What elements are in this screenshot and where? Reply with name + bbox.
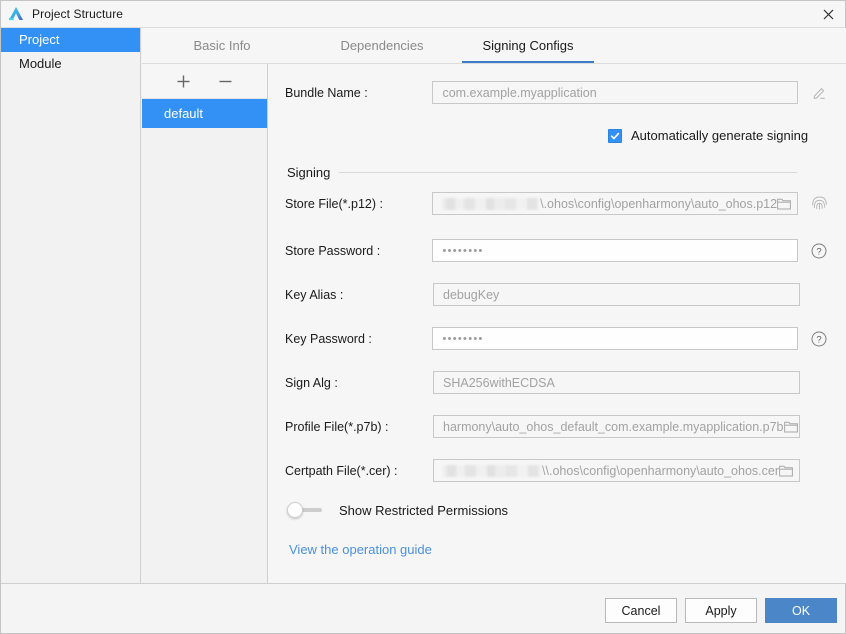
show-restricted-permissions-toggle[interactable] xyxy=(287,501,323,519)
sign-alg-row: Sign Alg : SHA256withECDSA xyxy=(285,371,830,394)
minus-icon[interactable] xyxy=(215,70,237,92)
close-icon[interactable] xyxy=(811,1,845,27)
sidebar-item-label: Project xyxy=(19,32,60,47)
auto-generate-signing-label: Automatically generate signing xyxy=(631,128,809,143)
fingerprint-icon[interactable] xyxy=(808,193,830,215)
key-alias-label: Key Alias : xyxy=(285,287,344,302)
tab-label: Signing Configs xyxy=(482,37,574,53)
show-restricted-permissions-label: Show Restricted Permissions xyxy=(339,502,509,518)
redacted-path-block xyxy=(442,197,540,210)
signing-section-header: Signing xyxy=(287,165,797,180)
key-password-value: •••••••• xyxy=(442,332,484,345)
store-file-value: \.ohos\config\openharmony\auto_ohos.p12 xyxy=(540,196,778,211)
tab-label: Dependencies xyxy=(340,37,424,53)
help-icon[interactable]: ? xyxy=(808,328,830,350)
title-bar: Project Structure xyxy=(1,1,845,28)
section-divider xyxy=(339,172,797,173)
store-password-input[interactable]: •••••••• xyxy=(432,239,799,262)
help-icon[interactable]: ? xyxy=(808,240,830,262)
toggle-knob xyxy=(287,502,303,518)
dialog-footer: Cancel Apply OK xyxy=(1,583,845,633)
project-structure-dialog: Project Structure Project Module Basic I… xyxy=(0,0,846,634)
key-password-input[interactable]: •••••••• xyxy=(432,327,799,350)
key-alias-input[interactable]: debugKey xyxy=(433,283,800,306)
folder-icon[interactable] xyxy=(779,464,793,477)
tab-strip: Basic Info Dependencies Signing Configs xyxy=(142,28,846,64)
tab-signing-configs[interactable]: Signing Configs xyxy=(462,27,594,63)
svg-text:?: ? xyxy=(816,246,821,257)
signing-section-title: Signing xyxy=(287,165,331,180)
ok-button-label: OK xyxy=(791,603,811,618)
config-item-label: default xyxy=(164,106,204,121)
sidebar-item-label: Module xyxy=(19,56,62,71)
tab-label: Basic Info xyxy=(193,37,251,53)
redacted-path-block xyxy=(443,464,542,477)
bundle-name-input[interactable]: com.example.myapplication xyxy=(432,81,799,104)
store-file-label: Store File(*.p12) : xyxy=(285,196,383,211)
store-file-row: Store File(*.p12) : \.ohos\config\openha… xyxy=(285,192,830,215)
cancel-button[interactable]: Cancel xyxy=(605,598,677,623)
auto-generate-signing-row: Automatically generate signing xyxy=(608,128,808,143)
auto-generate-signing-checkbox[interactable] xyxy=(608,128,622,143)
view-operation-guide-link[interactable]: View the operation guide xyxy=(289,542,432,557)
key-alias-value: debugKey xyxy=(443,287,500,302)
tab-basic-info[interactable]: Basic Info xyxy=(142,27,302,63)
apply-button-label: Apply xyxy=(705,603,737,618)
sign-alg-input[interactable]: SHA256withECDSA xyxy=(433,371,800,394)
ok-button[interactable]: OK xyxy=(765,598,837,623)
key-password-row: Key Password : •••••••• ? xyxy=(285,327,830,350)
certpath-file-label: Certpath File(*.cer) : xyxy=(285,463,398,478)
signing-config-list-panel: default xyxy=(142,64,268,583)
folder-icon[interactable] xyxy=(783,420,798,433)
list-item[interactable]: default xyxy=(142,99,267,128)
profile-file-label: Profile File(*.p7b) : xyxy=(285,419,389,434)
store-password-value: •••••••• xyxy=(442,244,484,257)
store-file-input[interactable]: \.ohos\config\openharmony\auto_ohos.p12 xyxy=(432,192,799,215)
certpath-file-value: \\.ohos\config\openharmony\auto_ohos.cer xyxy=(542,463,779,478)
bundle-name-row: Bundle Name : com.example.myapplication xyxy=(285,81,830,104)
sign-alg-value: SHA256withECDSA xyxy=(443,375,555,390)
sidebar-item-project[interactable]: Project xyxy=(1,28,140,52)
bundle-name-value: com.example.myapplication xyxy=(442,85,597,100)
store-password-label: Store Password : xyxy=(285,243,381,258)
key-password-label: Key Password : xyxy=(285,331,372,346)
plus-icon[interactable] xyxy=(173,70,195,92)
svg-text:?: ? xyxy=(816,334,821,345)
profile-file-input[interactable]: harmony\auto_ohos_default_com.example.my… xyxy=(433,415,800,438)
profile-file-row: Profile File(*.p7b) : harmony\auto_ohos_… xyxy=(285,415,830,438)
tab-dependencies[interactable]: Dependencies xyxy=(302,27,462,63)
profile-file-value: harmony\auto_ohos_default_com.example.my… xyxy=(443,419,784,434)
deveco-logo-icon xyxy=(7,5,25,23)
store-password-row: Store Password : •••••••• ? xyxy=(285,239,830,262)
certpath-file-row: Certpath File(*.cer) : \\.ohos\config\op… xyxy=(285,459,830,482)
sidebar-item-module[interactable]: Module xyxy=(1,52,140,76)
pencil-icon[interactable] xyxy=(808,82,830,104)
certpath-file-input[interactable]: \\.ohos\config\openharmony\auto_ohos.cer xyxy=(433,459,800,482)
signing-form-panel: Bundle Name : com.example.myapplication … xyxy=(268,64,846,583)
window-title: Project Structure xyxy=(32,7,124,21)
apply-button[interactable]: Apply xyxy=(685,598,757,623)
config-list-toolbar xyxy=(142,64,267,99)
sign-alg-label: Sign Alg : xyxy=(285,375,338,390)
cancel-button-label: Cancel xyxy=(621,603,661,618)
folder-icon[interactable] xyxy=(777,197,791,210)
key-alias-row: Key Alias : debugKey xyxy=(285,283,830,306)
left-sidebar: Project Module xyxy=(1,28,141,583)
bundle-name-label: Bundle Name : xyxy=(285,85,368,100)
show-restricted-permissions-row: Show Restricted Permissions xyxy=(287,501,508,519)
